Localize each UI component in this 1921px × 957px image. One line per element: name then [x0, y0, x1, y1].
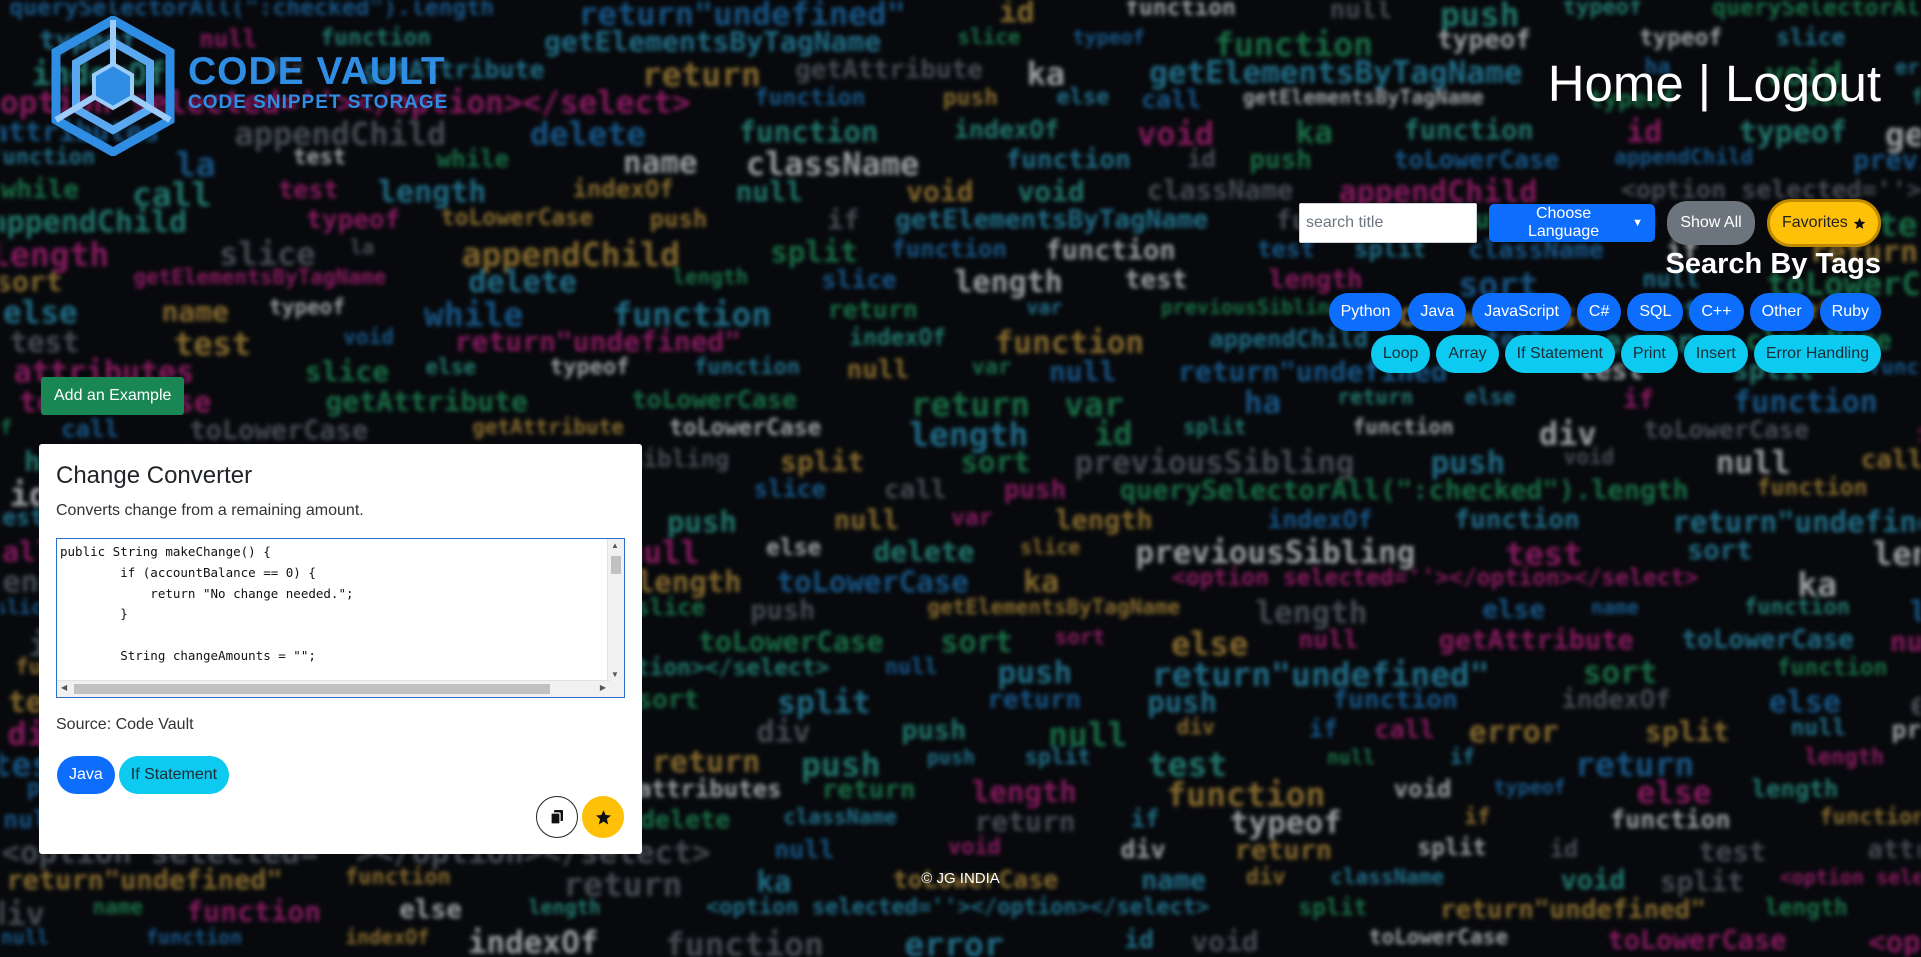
favorites-label: Favorites	[1782, 214, 1848, 231]
show-all-button[interactable]: Show All	[1667, 201, 1755, 245]
scroll-corner	[608, 681, 624, 697]
favorites-button[interactable]: Favorites	[1767, 199, 1881, 247]
choose-language-label: Choose Language	[1527, 205, 1600, 240]
tag-java-button[interactable]: Java	[1408, 293, 1467, 331]
search-controls: Choose Language ▼ Show All Favorites	[1299, 199, 1881, 247]
tag-python-button[interactable]: Python	[1328, 293, 1403, 331]
scroll-up-icon[interactable]: ▲	[611, 541, 619, 550]
snippet-tag-if-statement[interactable]: If Statement	[118, 756, 230, 794]
add-example-button[interactable]: Add an Example	[41, 377, 185, 415]
scroll-down-icon[interactable]: ▼	[611, 670, 619, 679]
snippet-actions	[536, 796, 624, 838]
tag-if-statement-button[interactable]: If Statement	[1504, 335, 1615, 373]
star-icon	[1853, 217, 1866, 229]
brand-subtitle: CODE SNIPPET STORAGE	[188, 92, 449, 113]
horizontal-scroll-thumb[interactable]	[74, 684, 550, 694]
snippet-card: Change Converter Converts change from a …	[39, 444, 642, 854]
logout-link[interactable]: Logout	[1725, 54, 1881, 113]
tag-c-button[interactable]: C#	[1576, 293, 1622, 331]
tag-insert-button[interactable]: Insert	[1683, 335, 1748, 373]
tag-javascript-button[interactable]: JavaScript	[1472, 293, 1571, 331]
vertical-scroll-thumb[interactable]	[611, 556, 621, 574]
tag-other-button[interactable]: Other	[1749, 293, 1814, 331]
tag-print-button[interactable]: Print	[1620, 335, 1678, 373]
scroll-right-icon[interactable]: ▶	[600, 683, 606, 692]
tag-c-button[interactable]: C++	[1689, 293, 1744, 331]
snippet-description: Converts change from a remaining amount.	[56, 502, 364, 519]
favorite-star-button[interactable]	[582, 796, 624, 838]
search-title-input[interactable]	[1299, 203, 1477, 243]
code-textarea[interactable]: public String makeChange() { if (account…	[56, 538, 625, 698]
scroll-left-icon[interactable]: ◀	[61, 683, 67, 692]
snippet-source: Source: Code Vault	[56, 716, 194, 733]
copy-icon	[550, 810, 563, 825]
tag-ruby-button[interactable]: Ruby	[1819, 293, 1881, 331]
brand-logo[interactable]: CODE VAULT CODE SNIPPET STORAGE	[46, 16, 448, 156]
horizontal-scrollbar[interactable]: ◀ ▶	[57, 680, 610, 697]
snippet-title: Change Converter	[56, 462, 253, 489]
star-icon	[595, 809, 611, 824]
topic-tag-row: Loop Array If Statement Print Insert Error Ha…	[1370, 335, 1881, 373]
choose-language-dropdown[interactable]: Choose Language ▼	[1489, 204, 1655, 242]
top-navigation: Home | Logout	[1548, 54, 1881, 113]
search-by-tags-heading: Search By Tags	[1665, 248, 1881, 280]
home-link[interactable]: Home	[1548, 54, 1684, 113]
nav-separator: |	[1697, 55, 1711, 112]
code-vault-logo-icon	[51, 16, 175, 156]
caret-down-icon: ▼	[1632, 217, 1643, 229]
vertical-scrollbar[interactable]: ▲ ▼	[607, 539, 624, 681]
language-tag-row: Python Java JavaScript C# SQL C++ Other Ruby	[1328, 293, 1881, 331]
code-content: public String makeChange() { if (account…	[60, 544, 354, 663]
snippet-tag-java[interactable]: Java	[57, 756, 115, 794]
tag-array-button[interactable]: Array	[1436, 335, 1499, 373]
tag-sql-button[interactable]: SQL	[1627, 293, 1684, 331]
brand-title: CODE VAULT	[188, 50, 446, 93]
tag-loop-button[interactable]: Loop	[1370, 335, 1431, 373]
copy-button[interactable]	[536, 796, 578, 838]
tag-error-handling-button[interactable]: Error Handling	[1753, 335, 1881, 373]
footer-copyright: © JG INDIA	[921, 870, 1000, 887]
snippet-tags: Java If Statement	[57, 756, 230, 794]
